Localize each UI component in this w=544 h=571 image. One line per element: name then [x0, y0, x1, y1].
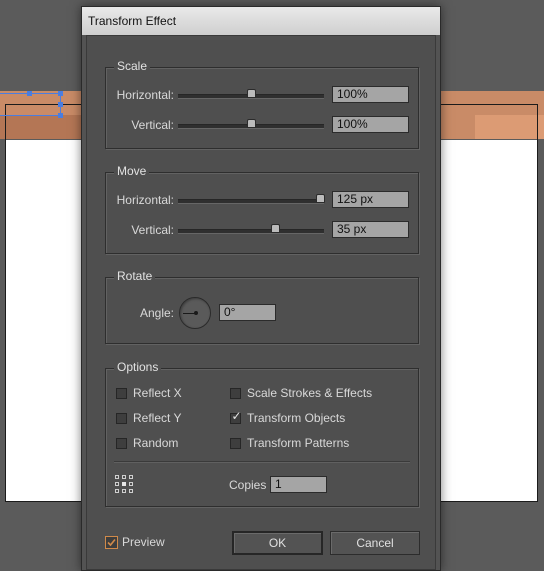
move-legend: Move [114, 164, 150, 178]
checkmark-icon: ✓ [231, 409, 242, 423]
dialog-titlebar[interactable]: Transform Effect [82, 7, 440, 35]
scale-horizontal-label: Horizontal: [116, 88, 174, 102]
scale-horizontal-field[interactable]: 100% [332, 86, 409, 103]
preview-checkbox[interactable] [105, 536, 118, 549]
dialog-body: Scale Horizontal: 100% Vertical: 100% Mo… [86, 35, 436, 570]
options-legend: Options [114, 360, 162, 374]
selection-handle[interactable] [58, 113, 63, 118]
scale-strokes-checkbox[interactable] [230, 388, 241, 399]
transform-patterns-checkbox[interactable] [230, 438, 241, 449]
options-group: Options Reflect X Reflect Y Random Scale… [105, 360, 419, 507]
scale-vertical-label: Vertical: [131, 118, 174, 132]
transform-objects-checkbox[interactable]: ✓ [230, 409, 242, 424]
copies-label: Copies [229, 478, 267, 492]
transform-patterns-label[interactable]: Transform Patterns [247, 436, 349, 450]
copies-field[interactable]: 1 [270, 476, 327, 493]
random-checkbox[interactable] [116, 438, 127, 449]
scale-group: Scale Horizontal: 100% Vertical: 100% [105, 59, 419, 149]
scale-strokes-label[interactable]: Scale Strokes & Effects [247, 386, 372, 400]
rotate-group: Rotate Angle: 0° [105, 269, 419, 344]
move-horizontal-label: Horizontal: [116, 193, 174, 207]
move-horizontal-slider[interactable] [178, 199, 324, 204]
reflect-x-checkbox[interactable] [116, 388, 127, 399]
selection-handle[interactable] [27, 91, 32, 96]
options-divider [114, 461, 410, 463]
move-horizontal-slider-thumb[interactable] [316, 194, 325, 203]
move-vertical-slider[interactable] [178, 229, 324, 234]
cancel-button[interactable]: Cancel [330, 531, 420, 555]
move-vertical-slider-thumb[interactable] [271, 224, 280, 233]
random-label[interactable]: Random [133, 436, 178, 450]
reflect-y-checkbox[interactable] [116, 413, 127, 424]
transform-effect-dialog: Transform Effect Scale Horizontal: 100% … [81, 6, 441, 571]
selection-handle[interactable] [58, 102, 63, 107]
scale-vertical-field[interactable]: 100% [332, 116, 409, 133]
move-vertical-label: Vertical: [131, 223, 174, 237]
scale-legend: Scale [114, 59, 151, 73]
dialog-title: Transform Effect [88, 14, 177, 28]
angle-dial-center [194, 311, 198, 315]
scale-horizontal-slider-thumb[interactable] [247, 89, 256, 98]
angle-field[interactable]: 0° [219, 304, 276, 321]
selection-bounding-box[interactable] [0, 93, 61, 116]
angle-label: Angle: [139, 306, 174, 320]
ok-button[interactable]: OK [232, 531, 323, 555]
move-group: Move Horizontal: 125 px Vertical: 35 px [105, 164, 419, 254]
rotate-legend: Rotate [114, 269, 156, 283]
transform-objects-label[interactable]: Transform Objects [247, 411, 345, 425]
move-horizontal-field[interactable]: 125 px [332, 191, 409, 208]
scale-vertical-slider-thumb[interactable] [247, 119, 256, 128]
reference-point-icon[interactable] [114, 474, 134, 494]
reflect-y-label[interactable]: Reflect Y [133, 411, 181, 425]
checkmark-icon [107, 538, 116, 547]
reflect-x-label[interactable]: Reflect X [133, 386, 182, 400]
selection-handle[interactable] [58, 91, 63, 96]
angle-dial[interactable] [179, 297, 211, 329]
move-vertical-field[interactable]: 35 px [332, 221, 409, 238]
preview-label[interactable]: Preview [122, 535, 165, 549]
